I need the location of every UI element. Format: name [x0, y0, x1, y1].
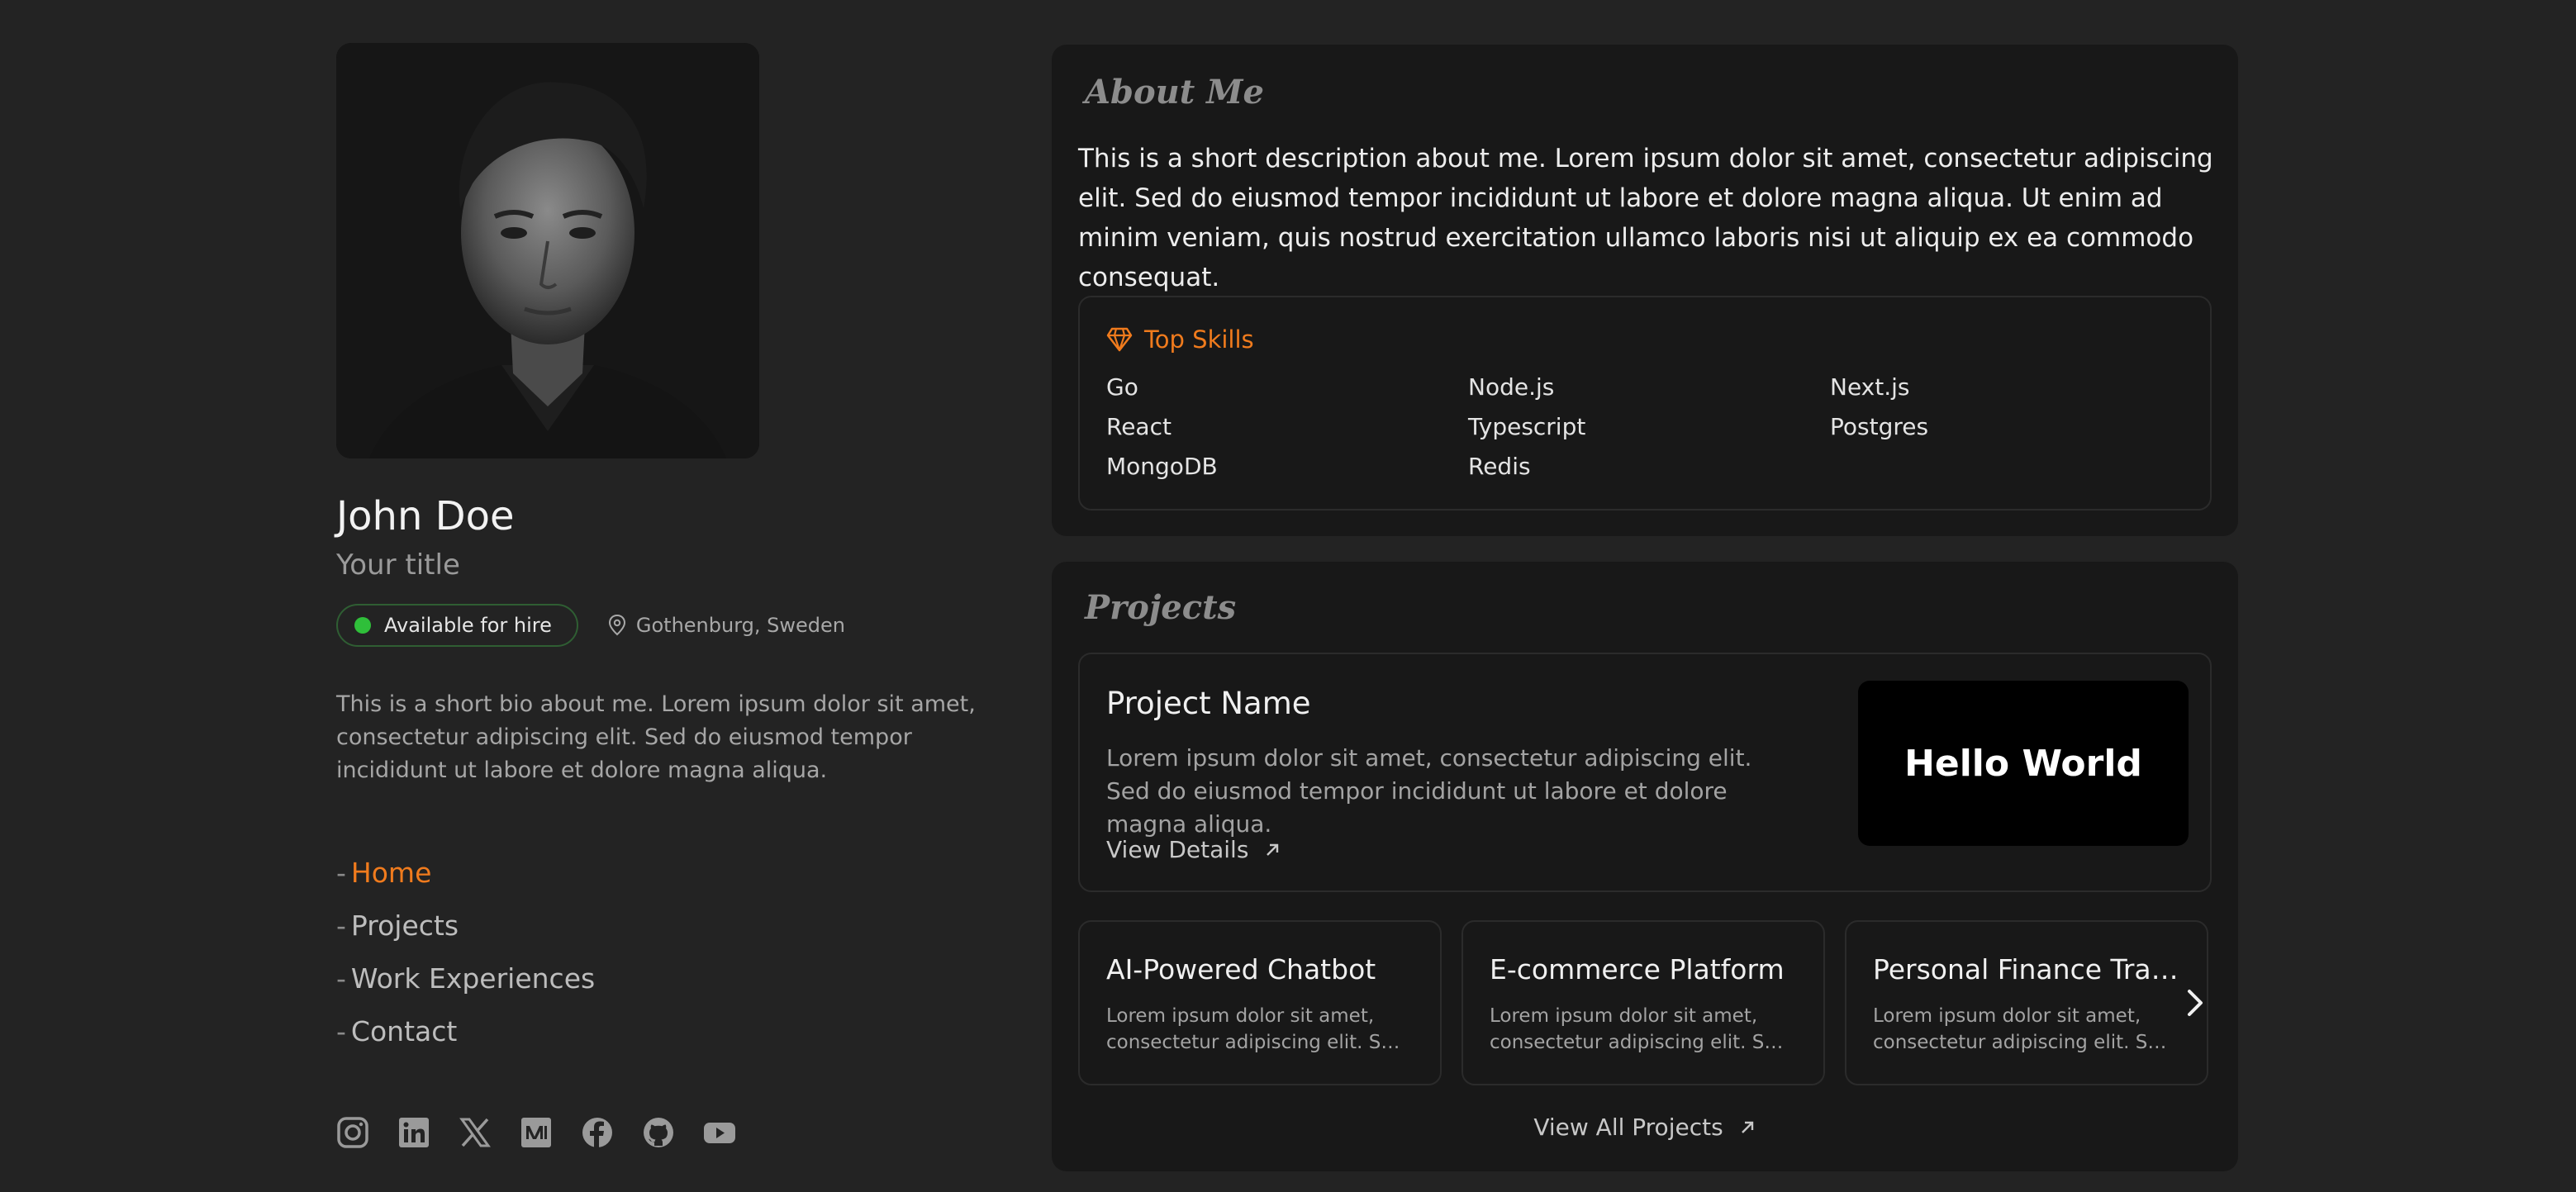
featured-project-name: Project Name	[1106, 686, 1311, 721]
location-label: Gothenburg, Sweden	[635, 614, 845, 637]
instagram-icon[interactable]	[336, 1116, 369, 1149]
x-icon[interactable]	[459, 1116, 492, 1149]
featured-project-card[interactable]: Project Name Lorem ipsum dolor sit amet,…	[1078, 653, 2212, 892]
skill-item: MongoDB	[1106, 453, 1218, 480]
arrow-up-right-icon	[1741, 1121, 1753, 1133]
project-card-description: Lorem ipsum dolor sit amet, consectetur a…	[1106, 1005, 1404, 1053]
skill-item: Go	[1106, 373, 1138, 401]
nav-item-projects[interactable]: - Projects	[336, 900, 1014, 952]
arrow-up-right-icon	[1267, 843, 1279, 856]
top-skills-title: Top Skills	[1144, 325, 1254, 354]
view-details-label: View Details	[1106, 836, 1249, 863]
about-title: About Me	[1085, 73, 1264, 112]
carousel-next-button[interactable]	[2179, 983, 2212, 1023]
project-card[interactable]: AI-Powered Chatbot Lorem ipsum dolor sit…	[1078, 920, 1442, 1085]
skill-item: Next.js	[1830, 373, 1910, 401]
projects-panel: Projects Project Name Lorem ipsum dolor …	[1052, 562, 2238, 1171]
project-card-description: Lorem ipsum dolor sit amet, consectetur a…	[1873, 1005, 2170, 1053]
profile-photo	[336, 43, 759, 458]
profile-meta: Available for hire Gothenburg, Sweden	[336, 604, 1014, 647]
youtube-icon[interactable]	[703, 1116, 736, 1149]
view-details-link[interactable]: View Details	[1106, 836, 1281, 863]
github-icon[interactable]	[642, 1116, 675, 1149]
nav-item-home[interactable]: - Home	[336, 847, 1014, 900]
projects-title: Projects	[1085, 588, 1237, 627]
project-card-title: Personal Finance Track...	[1873, 953, 2187, 985]
medium-icon[interactable]	[520, 1116, 553, 1149]
thumbnail-text: Hello World	[1904, 742, 2142, 785]
linkedin-icon[interactable]	[397, 1116, 430, 1149]
skill-item: Node.js	[1468, 373, 1555, 401]
map-pin-icon	[608, 615, 625, 636]
skills-list: Go Node.js Next.js React Typescript Post…	[1106, 370, 2197, 484]
skill-item: Redis	[1468, 453, 1531, 480]
skill-item: Typescript	[1468, 413, 1586, 440]
view-all-label: View All Projects	[1533, 1114, 1723, 1141]
top-skills-header: Top Skills	[1106, 325, 1254, 354]
project-card-title: E-commerce Platform	[1490, 953, 1785, 985]
profile-column: John Doe Your title Available for hire G…	[336, 43, 1014, 1058]
main-nav: - Home - Projects - Work Experiences - Conta…	[336, 847, 1014, 1058]
skill-item: React	[1106, 413, 1172, 440]
nav-item-work-experiences[interactable]: - Work Experiences	[336, 952, 1014, 1005]
project-card[interactable]: E-commerce Platform Lorem ipsum dolor si…	[1461, 920, 1825, 1085]
top-skills-box: Top Skills Go Node.js Next.js React Type…	[1078, 296, 2212, 511]
nav-item-contact[interactable]: - Contact	[336, 1005, 1014, 1058]
profile-name: John Doe	[336, 493, 515, 539]
status-dot-icon	[354, 617, 371, 634]
facebook-icon[interactable]	[581, 1116, 614, 1149]
featured-project-thumbnail: Hello World	[1858, 681, 2189, 846]
project-cards-carousel: AI-Powered Chatbot Lorem ipsum dolor sit…	[1078, 920, 2208, 1085]
social-links	[336, 1116, 736, 1149]
featured-project-description: Lorem ipsum dolor sit amet, consectetur …	[1106, 744, 1752, 838]
about-text: This is a short description about me. Lo…	[1078, 144, 2213, 292]
project-card-title: AI-Powered Chatbot	[1106, 953, 1376, 985]
project-card[interactable]: Personal Finance Track... Lorem ipsum do…	[1845, 920, 2208, 1085]
location: Gothenburg, Sweden	[608, 614, 845, 637]
availability-label: Available for hire	[384, 614, 552, 637]
profile-bio: This is a short bio about me. Lorem ipsu…	[336, 691, 976, 783]
view-all-projects-link[interactable]: View All Projects	[1052, 1114, 2238, 1141]
project-card-description: Lorem ipsum dolor sit amet, consectetur a…	[1490, 1005, 1787, 1053]
chevron-right-icon	[2188, 990, 2203, 1016]
about-panel: About Me This is a short description abo…	[1052, 45, 2238, 536]
diamond-icon	[1106, 327, 1133, 352]
availability-badge: Available for hire	[336, 604, 578, 647]
profile-title: Your title	[336, 549, 460, 582]
skill-item: Postgres	[1830, 413, 1929, 440]
